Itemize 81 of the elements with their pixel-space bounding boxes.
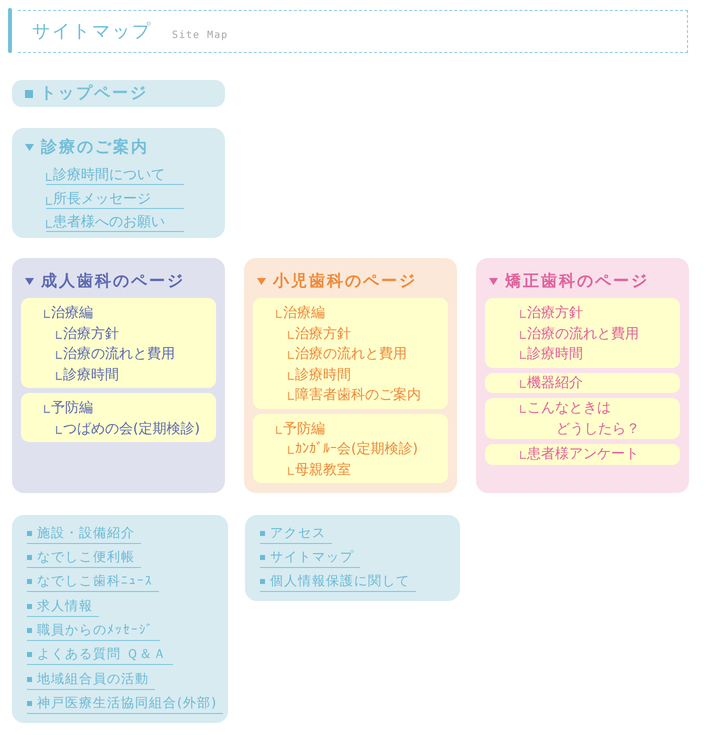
sitemap-link[interactable]: 治療の流れと費用 [520,324,639,344]
sitemap-link[interactable]: 神戸医療生活協同組合(外部) [27,695,224,714]
square-icon [27,554,32,560]
sitemap-link[interactable]: サイトマップ [260,548,360,568]
branch-icon [520,380,526,388]
branch-icon [520,351,526,359]
sitemap-link[interactable]: こんなときは どうしたら？ [520,398,640,439]
square-icon [25,90,33,98]
sitemap-link[interactable]: 治療方針 [520,303,583,324]
sitemap-link[interactable]: 治療の流れと費用 [56,344,175,364]
sitemap-link[interactable]: 治療方針 [56,324,119,344]
sitemap-link[interactable]: 障害者歯科のご案内 [288,385,421,406]
branch-icon [46,173,52,181]
branch-icon [44,310,50,318]
branch-icon [276,426,282,434]
sitemap-link[interactable]: なでしこ歯科ﾆｭｰｽ [27,573,159,592]
branch-icon [520,310,526,318]
sitemap-link[interactable]: 治療方針 [288,324,351,344]
square-icon [27,530,32,536]
sitemap-link[interactable]: 所長メッセージ [46,190,184,208]
sitemap-link[interactable]: 治療編 [44,303,93,324]
page-title: サイトマップ [32,20,152,42]
branch-icon [520,405,526,413]
branch-icon [44,405,50,413]
branch-icon [56,351,62,359]
sitemap-link[interactable]: 個人情報保護に関して [260,573,416,592]
sitemap-link[interactable]: 診療時間について [46,166,184,185]
branch-icon [46,220,52,228]
down-triangle-icon [257,278,266,284]
card-heading: 成人歯科のページ [41,270,185,292]
sitemap-link[interactable]: 母親教室 [288,460,351,480]
sitemap-link[interactable]: 職員からのﾒｯｾｰｼﾞ [27,622,160,642]
branch-icon [56,426,62,434]
sitemap-link[interactable]: ｶﾝｶﾞﾙｰ会(定期検診) [288,439,418,460]
sitemap-link[interactable]: 予防編 [276,418,325,439]
square-icon [27,652,32,658]
branch-icon [288,330,294,338]
sitemap-link[interactable]: 患者様アンケート [520,444,639,464]
down-triangle-icon [489,278,498,284]
sitemap-link[interactable]: 治療編 [276,303,325,324]
branch-icon [276,310,282,318]
branch-icon [56,330,62,338]
square-icon [27,579,32,584]
sitemap-link[interactable]: 治療の流れと費用 [288,344,407,364]
sitemap-link[interactable]: 診療時間 [520,344,583,364]
sitemap-link[interactable]: 患者様へのお願い [46,213,184,232]
square-icon [27,628,32,634]
down-triangle-icon [25,144,34,150]
branch-icon [288,372,294,380]
sitemap-link[interactable]: 予防編 [44,398,93,418]
branch-icon [56,372,62,380]
card-heading: 矯正歯科のページ [505,270,649,292]
branch-icon [288,446,294,454]
sitemap-link[interactable]: なでしこ便利帳 [27,548,141,568]
sitemap-link[interactable]: 地域組合員の活動 [27,670,155,690]
sitemap-link[interactable]: 求人情報 [27,598,99,617]
sitemap-link[interactable]: 機器紹介 [520,372,583,393]
sitemap-link[interactable]: アクセス [260,524,332,544]
sitemap-link[interactable]: 診療時間 [56,364,119,385]
branch-icon [520,330,526,338]
down-triangle-icon [25,278,34,284]
card-heading: 小児歯科のページ [273,270,417,292]
sitemap-link[interactable]: つばめの会(定期検診) [56,418,200,439]
square-icon [260,530,265,536]
branch-icon [520,451,526,459]
square-icon [260,579,265,584]
title-accent-bar [8,8,12,53]
square-icon [27,676,32,682]
sitemap-link[interactable]: 施設・設備紹介 [27,524,141,544]
sitemap-link[interactable]: よくある質問 Ｑ＆Ａ [27,646,174,666]
branch-icon [288,466,294,474]
sitemap-link[interactable]: 診療時間 [288,364,351,385]
branch-icon [46,196,52,204]
page-subtitle: Site Map [172,30,228,40]
square-icon [260,554,265,560]
section-heading: 診療のご案内 [41,136,149,158]
top-page-link[interactable]: トップページ [12,80,225,107]
branch-icon [288,392,294,400]
square-icon [27,701,32,706]
square-icon [27,604,32,609]
branch-icon [288,351,294,359]
